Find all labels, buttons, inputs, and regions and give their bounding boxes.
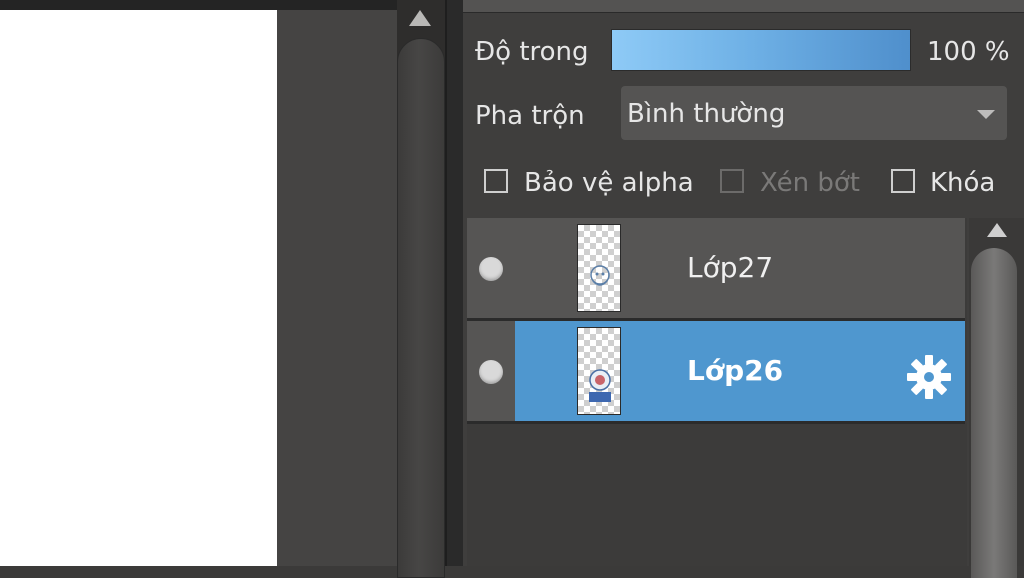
layer-thumbnail-art — [589, 369, 611, 402]
clipping-label: Xén bớt — [760, 168, 860, 198]
layer-row-selected[interactable]: Lớp26 — [467, 321, 965, 424]
visibility-toggle[interactable] — [467, 218, 515, 318]
layer-row[interactable]: Lớp27 — [467, 218, 965, 321]
lock-label: Khóa — [930, 168, 996, 198]
scrollbar-thumb[interactable] — [971, 248, 1017, 578]
layer-name[interactable]: Lớp26 — [687, 355, 783, 387]
gear-icon-graphic — [907, 355, 951, 399]
chevron-down-icon — [977, 110, 995, 119]
gear-icon[interactable] — [905, 353, 953, 401]
visibility-dot-icon[interactable] — [479, 257, 503, 281]
layer-thumbnail — [577, 327, 621, 415]
opacity-label: Độ trong — [475, 37, 589, 67]
layer-thumbnail-art — [590, 265, 610, 286]
layer-name[interactable]: Lớp27 — [687, 252, 773, 284]
blend-mode-label: Pha trộn — [475, 101, 585, 131]
canvas-top-bar — [0, 0, 448, 10]
protect-alpha-checkbox[interactable] — [484, 169, 508, 193]
blend-mode-select[interactable]: Bình thường — [621, 86, 1007, 140]
canvas-vertical-scrollbar[interactable] — [397, 0, 445, 578]
layer-row-content[interactable]: Lớp27 — [515, 218, 965, 318]
layer-list: Lớp27 Lớp26 — [467, 218, 967, 566]
visibility-dot-icon[interactable] — [479, 360, 503, 384]
visibility-toggle[interactable] — [467, 321, 515, 421]
blend-mode-value: Bình thường — [627, 99, 786, 129]
canvas-background — [277, 10, 397, 566]
panel-header — [463, 0, 1024, 13]
lock-checkbox[interactable] — [891, 169, 915, 193]
opacity-value: 100 % — [927, 37, 1010, 67]
drawing-canvas[interactable] — [0, 10, 277, 566]
clipping-checkbox — [720, 169, 744, 193]
layer-row-content[interactable]: Lớp26 — [515, 321, 965, 421]
protect-alpha-label: Bảo vệ alpha — [524, 168, 694, 198]
scrollbar-thumb[interactable] — [397, 38, 445, 578]
scroll-up-arrow-icon[interactable] — [409, 10, 431, 26]
opacity-slider[interactable] — [611, 29, 911, 71]
layer-panel: Độ trong 100 % Pha trộn Bình thường Bảo … — [463, 0, 1024, 578]
layer-thumbnail — [577, 224, 621, 312]
layer-list-scrollbar[interactable] — [969, 218, 1024, 578]
panel-splitter[interactable] — [445, 0, 465, 566]
scroll-up-arrow-icon[interactable] — [987, 223, 1007, 237]
